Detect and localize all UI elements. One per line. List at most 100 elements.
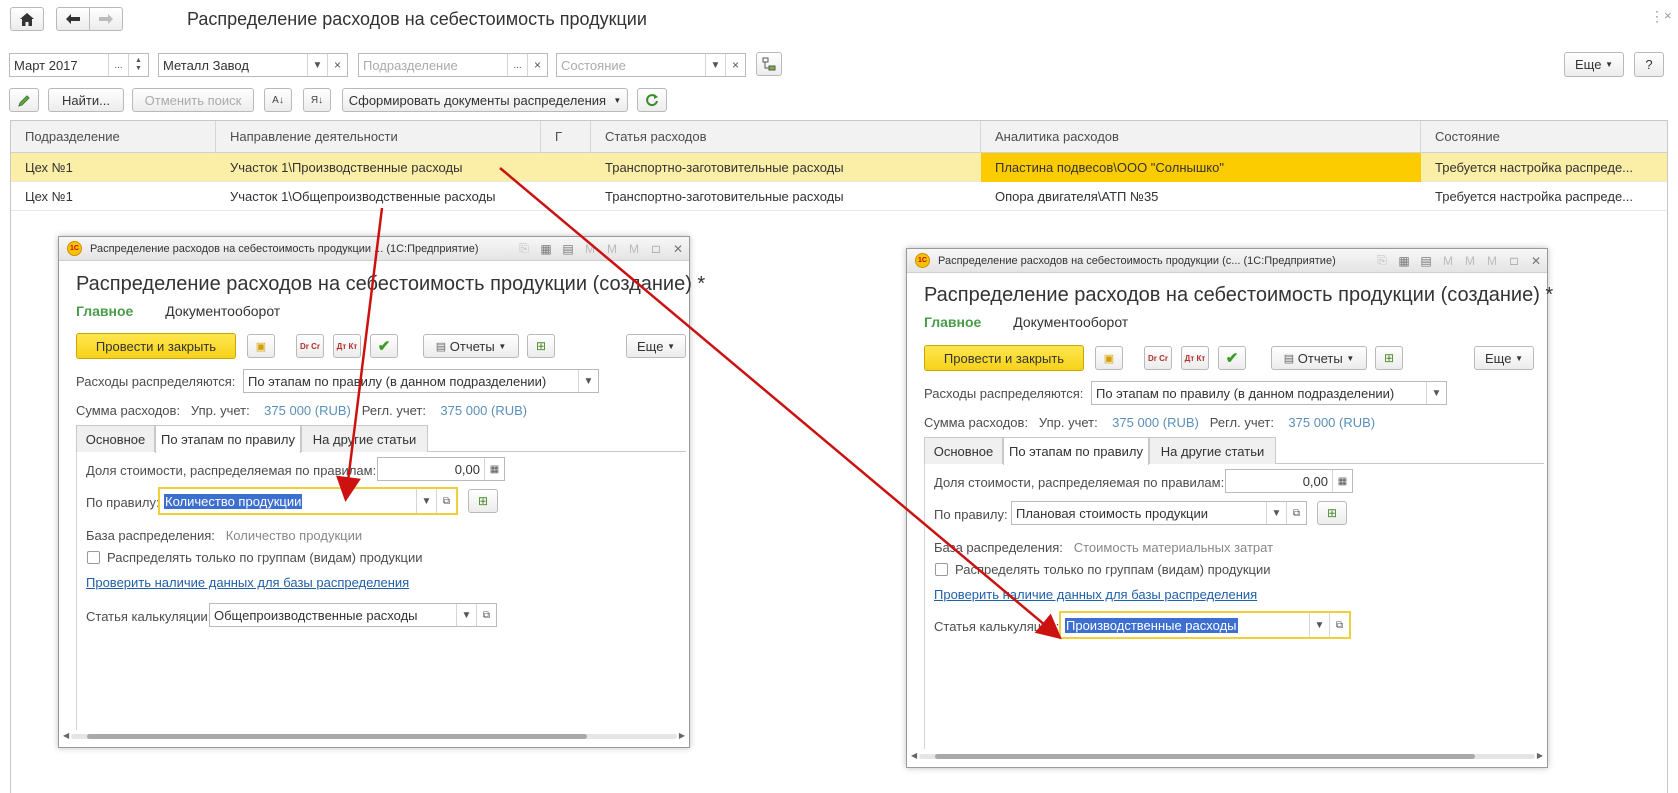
calculator-icon[interactable]: ▦ bbox=[1393, 254, 1415, 268]
calendar-icon[interactable]: ▤ bbox=[1415, 254, 1437, 268]
scroll-left-icon[interactable]: ◀ bbox=[911, 751, 917, 760]
tab-basic[interactable]: Основное bbox=[924, 437, 1003, 464]
check-data-link[interactable]: Проверить наличие данных для базы распре… bbox=[86, 575, 409, 590]
column-header[interactable]: Статья расходов bbox=[591, 121, 981, 153]
select-period-button[interactable]: ... bbox=[108, 54, 128, 76]
back-button[interactable] bbox=[56, 7, 90, 31]
scroll-left-icon[interactable]: ◀ bbox=[63, 731, 69, 740]
chevron-down-icon[interactable]: ▼ bbox=[1266, 502, 1286, 524]
chevron-down-icon[interactable]: ▼ bbox=[456, 604, 476, 626]
open-icon[interactable]: ⧉ bbox=[1329, 613, 1349, 637]
clear-icon[interactable]: × bbox=[725, 54, 745, 76]
document-window-2[interactable]: 1С Распределение расходов на себестоимос… bbox=[906, 248, 1553, 768]
structure-button[interactable]: ⊞ bbox=[527, 334, 555, 358]
chevron-down-icon[interactable]: ▼ bbox=[578, 370, 598, 392]
table-row[interactable]: Цех №1 Участок 1\Общепроизводственные ра… bbox=[11, 182, 1667, 211]
period-stepper[interactable]: ▲ ▼ bbox=[128, 54, 148, 76]
rule-select[interactable]: Плановая стоимость продукции ▼ ⧉ bbox=[1011, 501, 1307, 525]
calc-select[interactable]: Общепроизводственные расходы ▼ ⧉ bbox=[209, 603, 497, 627]
apply-filter-button[interactable] bbox=[756, 52, 782, 76]
document-window-1[interactable]: 1С Распределение расходов на себестоимос… bbox=[58, 236, 705, 748]
section-docflow[interactable]: Документооборот bbox=[165, 303, 280, 319]
organization-field[interactable]: Металл Завод ▼ × bbox=[158, 53, 348, 77]
cancel-search-button[interactable]: Отменить поиск bbox=[132, 88, 254, 112]
memory-icon[interactable]: M bbox=[579, 242, 601, 256]
state-field[interactable]: Состояние ▼ × bbox=[556, 53, 746, 77]
calculator-icon[interactable]: ▦ bbox=[535, 242, 557, 256]
share-input[interactable]: 0,00 ▦ bbox=[377, 457, 505, 481]
sort-asc-button[interactable]: A↓ bbox=[264, 88, 292, 112]
open-icon[interactable]: ⧉ bbox=[436, 489, 456, 513]
dt-kt-reg-button[interactable]: Дт Кт bbox=[333, 334, 361, 358]
clear-icon[interactable]: × bbox=[527, 54, 547, 76]
edit-button[interactable] bbox=[9, 88, 39, 112]
groups-checkbox[interactable] bbox=[935, 563, 948, 576]
post-button[interactable]: ▣ bbox=[1095, 346, 1123, 370]
post-and-close-button[interactable]: Провести и закрыть bbox=[76, 333, 236, 359]
tab-by-rule[interactable]: По этапам по правилу bbox=[1003, 437, 1149, 465]
open-icon[interactable]: ⧉ bbox=[476, 604, 496, 626]
column-header[interactable]: Направление деятельности bbox=[216, 121, 541, 153]
window-titlebar[interactable]: 1С Распределение расходов на себестоимос… bbox=[907, 249, 1547, 273]
reports-button[interactable]: ▤ Отчеты ▼ bbox=[423, 334, 519, 358]
more-button[interactable]: Еще ▼ bbox=[626, 334, 686, 358]
section-main[interactable]: Главное bbox=[924, 314, 981, 330]
select-department-button[interactable]: ... bbox=[507, 54, 527, 76]
more-button[interactable]: Еще ▼ bbox=[1474, 346, 1534, 370]
rule-settings-button[interactable]: ⊞ bbox=[1317, 501, 1347, 525]
dt-kt-button[interactable]: Dr Cr bbox=[1144, 346, 1172, 370]
check-data-link[interactable]: Проверить наличие данных для базы распре… bbox=[934, 587, 1257, 602]
memory-plus-icon[interactable]: M bbox=[1459, 254, 1481, 268]
column-header[interactable]: Подразделение bbox=[11, 121, 216, 153]
dt-kt-button[interactable]: Dr Cr bbox=[296, 334, 324, 358]
maximize-icon[interactable]: □ bbox=[645, 242, 667, 256]
section-docflow[interactable]: Документооборот bbox=[1013, 314, 1128, 330]
distributed-select[interactable]: По этапам по правилу (в данном подраздел… bbox=[1091, 381, 1447, 405]
tab-by-rule[interactable]: По этапам по правилу bbox=[155, 425, 301, 453]
clear-icon[interactable]: × bbox=[327, 54, 347, 76]
close-icon[interactable]: ✕ bbox=[1525, 254, 1547, 268]
calculator-icon[interactable]: ▦ bbox=[484, 458, 504, 480]
horizontal-scrollbar[interactable]: ◀ ▶ bbox=[907, 751, 1547, 761]
link-icon[interactable]: ⎘ bbox=[513, 241, 535, 256]
help-button[interactable]: ? bbox=[1634, 52, 1664, 77]
rule-settings-button[interactable]: ⊞ bbox=[468, 489, 498, 513]
maximize-icon[interactable]: □ bbox=[1503, 254, 1525, 268]
tab-other-items[interactable]: На другие статьи bbox=[301, 425, 428, 452]
generate-documents-button[interactable]: Сформировать документы распределения ▼ bbox=[342, 88, 628, 112]
share-input[interactable]: 0,00 ▦ bbox=[1225, 469, 1353, 493]
memory-icon[interactable]: M bbox=[1437, 254, 1459, 268]
reports-button[interactable]: ▤ Отчеты ▼ bbox=[1271, 346, 1367, 370]
rule-select[interactable]: Количество продукции ▼ ⧉ bbox=[158, 487, 458, 515]
chevron-down-icon[interactable]: ▼ bbox=[1426, 382, 1446, 404]
period-field[interactable]: Март 2017 ... ▲ ▼ bbox=[9, 53, 149, 77]
column-header[interactable]: Состояние bbox=[1421, 121, 1669, 153]
check-button[interactable]: ✔ bbox=[370, 334, 398, 358]
scroll-right-icon[interactable]: ▶ bbox=[679, 731, 685, 740]
memory-minus-icon[interactable]: M bbox=[1481, 254, 1503, 268]
scroll-right-icon[interactable]: ▶ bbox=[1537, 751, 1543, 760]
section-main[interactable]: Главное bbox=[76, 303, 133, 319]
calculator-icon[interactable]: ▦ bbox=[1332, 470, 1352, 492]
find-button[interactable]: Найти... bbox=[48, 88, 124, 112]
table-row[interactable]: Цех №1 Участок 1\Производственные расход… bbox=[11, 153, 1667, 182]
distributed-select[interactable]: По этапам по правилу (в данном подраздел… bbox=[243, 369, 599, 393]
post-button[interactable]: ▣ bbox=[247, 334, 275, 358]
memory-minus-icon[interactable]: M bbox=[623, 242, 645, 256]
column-header[interactable]: Г bbox=[541, 121, 591, 153]
chevron-down-icon[interactable]: ▼ bbox=[1309, 613, 1329, 637]
check-button[interactable]: ✔ bbox=[1218, 346, 1246, 370]
more-button[interactable]: Еще ▼ bbox=[1564, 52, 1624, 77]
refresh-button[interactable] bbox=[637, 88, 667, 112]
calendar-icon[interactable]: ▤ bbox=[557, 242, 579, 256]
tab-other-items[interactable]: На другие статьи bbox=[1149, 437, 1276, 464]
open-icon[interactable]: ⧉ bbox=[1286, 502, 1306, 524]
groups-checkbox[interactable] bbox=[87, 551, 100, 564]
chevron-down-icon[interactable]: ▼ bbox=[416, 489, 436, 513]
post-and-close-button[interactable]: Провести и закрыть bbox=[924, 345, 1084, 371]
close-icon[interactable]: ✕ bbox=[667, 242, 689, 256]
dt-kt-reg-button[interactable]: Дт Кт bbox=[1181, 346, 1209, 370]
link-icon[interactable]: ⎘ bbox=[1371, 253, 1393, 268]
window-titlebar[interactable]: 1С Распределение расходов на себестоимос… bbox=[59, 237, 689, 261]
calc-select[interactable]: Производственные расходы ▼ ⧉ bbox=[1059, 611, 1351, 639]
